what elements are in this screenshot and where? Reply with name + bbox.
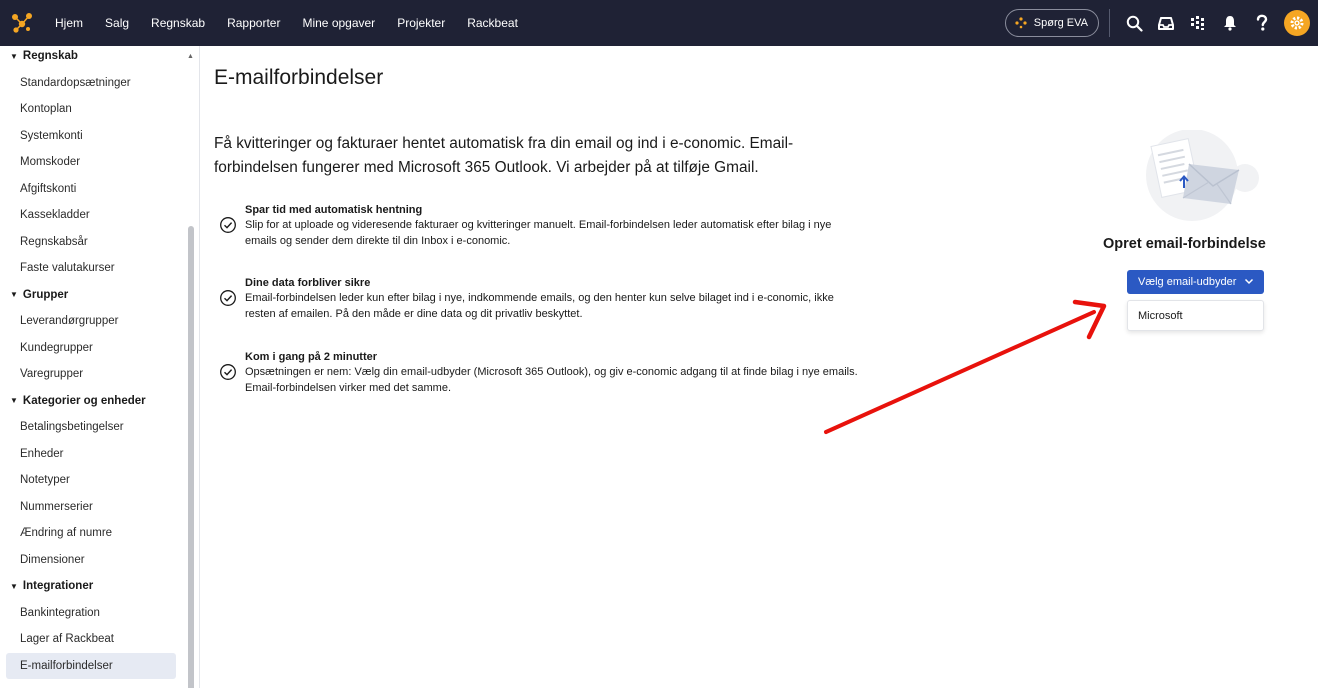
sidebar-item-label: Kassekladder xyxy=(20,209,90,222)
check-circle-icon xyxy=(220,290,236,306)
sidebar-item-regnskabsår[interactable]: Regnskabsår xyxy=(0,229,186,256)
nav-item-regnskab[interactable]: Regnskab xyxy=(140,0,216,46)
topbar-actions: Spørg EVA xyxy=(1004,0,1318,46)
create-connection-title: Opret email-forbindelse xyxy=(1103,236,1266,252)
sidebar-item-label: Bankintegration xyxy=(20,606,100,619)
sidebar-item-label: Kundegrupper xyxy=(20,341,93,354)
sidebar-item-kontoplan[interactable]: Kontoplan xyxy=(0,96,186,123)
sidebar-list: ▼ Regnskab Standardopsætninger Kontoplan Sys… xyxy=(0,46,186,679)
top-navigation-bar: Hjem Salg Regnskab Rapporter Mine opgave… xyxy=(0,0,1318,46)
feature-title: Kom i gang på 2 minutter xyxy=(245,351,378,363)
sidebar-group-integrationer[interactable]: ▼ Integrationer xyxy=(0,573,186,600)
email-receipt-illustration xyxy=(1146,130,1259,221)
nav-item-projekter[interactable]: Projekter xyxy=(386,0,456,46)
sidebar-item-betalingsbetingelser[interactable]: Betalingsbetingelser xyxy=(0,414,186,441)
sidebar-item-label: Regnskab xyxy=(22,50,78,63)
sidebar-group-grupper[interactable]: ▼ Grupper xyxy=(0,282,186,309)
sidebar-item-label: Standardopsætninger xyxy=(20,76,131,89)
sidebar-item-label: Kontoplan xyxy=(20,103,72,116)
sidebar-item-label: Faste valutakurser xyxy=(20,262,115,275)
sidebar-item-kundegrupper[interactable]: Kundegrupper xyxy=(0,335,186,362)
sidebar-group-regnskab[interactable]: ▼ Regnskab xyxy=(0,46,186,70)
sidebar-item-label: Notetyper xyxy=(20,474,70,487)
main-content: E-mailforbindelser Få kvitteringer og fa… xyxy=(213,46,1313,688)
sidebar-item-label: Kategorier og enheder xyxy=(22,394,146,407)
sidebar-item-faste-valutakurser[interactable]: Faste valutakurser xyxy=(0,255,186,282)
apps-grid-icon[interactable] xyxy=(1184,0,1212,46)
sidebar-item-varegrupper[interactable]: Varegrupper xyxy=(0,361,186,388)
sidebar-item-label: Lager af Rackbeat xyxy=(20,633,114,646)
scrollbar-thumb[interactable] xyxy=(188,226,194,688)
dropdown-option-microsoft[interactable]: Microsoft xyxy=(1128,301,1263,330)
search-icon[interactable] xyxy=(1120,0,1148,46)
sidebar-item-systemkonti[interactable]: Systemkonti xyxy=(0,123,186,150)
sidebar-item-kassekladder[interactable]: Kassekladder xyxy=(0,202,186,229)
sidebar-item-label: Enheder xyxy=(20,447,64,460)
bell-icon[interactable] xyxy=(1216,0,1244,46)
topbar-divider xyxy=(1109,9,1110,37)
sidebar-item-ændring-af-numre[interactable]: Ændring af numre xyxy=(0,520,186,547)
check-circle-icon xyxy=(220,217,236,233)
intro-text: Få kvitteringer og fakturaer hentet auto… xyxy=(214,135,794,176)
feature-title: Spar tid med automatisk hentning xyxy=(245,204,423,216)
help-icon[interactable] xyxy=(1248,0,1276,46)
scroll-up-arrow-icon[interactable]: ▲ xyxy=(187,53,194,60)
sidebar-item-label: Varegrupper xyxy=(20,368,84,381)
choose-provider-label: Vælg email-udbyder xyxy=(1138,276,1237,288)
sidebar-item-afgiftskonti[interactable]: Afgiftskonti xyxy=(0,176,186,203)
eva-sparkle-icon xyxy=(1015,17,1027,29)
sidebar-item-label: E-mailforbindelser xyxy=(20,659,113,672)
ask-eva-label: Spørg EVA xyxy=(1033,17,1088,29)
sidebar-item-e-mailforbindelser[interactable]: E-mailforbindelser xyxy=(6,652,176,679)
nav-item-hjem[interactable]: Hjem xyxy=(44,0,94,46)
sidebar-item-label: Momskoder xyxy=(20,156,81,169)
feature-text: Opsætningen er nem: Vælg din email-udbyd… xyxy=(245,366,858,394)
sidebar-item-label: Betalingsbetingelser xyxy=(20,421,124,434)
nav-item-rapporter[interactable]: Rapporter xyxy=(216,0,291,46)
sidebar-item-label: Grupper xyxy=(22,288,69,301)
sidebar-item-label: Regnskabsår xyxy=(20,235,88,248)
expand-triangle-icon: ▼ xyxy=(10,581,18,591)
sidebar-item-momskoder[interactable]: Momskoder xyxy=(0,149,186,176)
feature-text: Slip for at uploade og videresende faktu… xyxy=(245,219,832,247)
sidebar-item-label: Leverandørgrupper xyxy=(20,315,119,328)
sidebar-item-dimensioner[interactable]: Dimensioner xyxy=(0,547,186,574)
sidebar-item-enheder[interactable]: Enheder xyxy=(0,441,186,468)
sidebar-group-kategorier-og-enheder[interactable]: ▼ Kategorier og enheder xyxy=(0,388,186,415)
settings-gear-icon[interactable] xyxy=(1284,10,1310,36)
sidebar-item-standardopsætninger[interactable]: Standardopsætninger xyxy=(0,70,186,97)
provider-dropdown-menu: Microsoft xyxy=(1127,300,1264,331)
sidebar-item-bankintegration[interactable]: Bankintegration xyxy=(0,600,186,627)
sidebar-item-nummerserier[interactable]: Nummerserier xyxy=(0,494,186,521)
ask-eva-button[interactable]: Spørg EVA xyxy=(1004,9,1099,37)
nav-item-rackbeat[interactable]: Rackbeat xyxy=(456,0,529,46)
sidebar-item-label: Integrationer xyxy=(22,580,94,593)
expand-triangle-icon: ▼ xyxy=(10,51,18,61)
sidebar-scrollbar[interactable]: ▲ xyxy=(187,46,195,688)
expand-triangle-icon: ▼ xyxy=(10,290,18,300)
main-nav: Hjem Salg Regnskab Rapporter Mine opgave… xyxy=(44,0,529,46)
sidebar-item-label: Nummerserier xyxy=(20,500,93,513)
sidebar-item-lager-af-rackbeat[interactable]: Lager af Rackbeat xyxy=(0,626,186,653)
nav-item-salg[interactable]: Salg xyxy=(94,0,140,46)
sidebar-item-label: Afgiftskonti xyxy=(20,182,77,195)
sidebar-item-leverandørgrupper[interactable]: Leverandørgrupper xyxy=(0,308,186,335)
chevron-down-icon xyxy=(1244,278,1254,285)
page-title: E-mailforbindelser xyxy=(214,66,384,89)
expand-triangle-icon: ▼ xyxy=(10,396,18,406)
sidebar-item-notetyper[interactable]: Notetyper xyxy=(0,467,186,494)
feature-title: Dine data forbliver sikre xyxy=(245,277,371,289)
sidebar-item-label: Dimensioner xyxy=(20,553,85,566)
settings-sidebar: ▼ Regnskab Standardopsætninger Kontoplan Sys… xyxy=(0,46,200,688)
check-circle-icon xyxy=(220,364,236,380)
choose-provider-dropdown-button[interactable]: Vælg email-udbyder xyxy=(1127,270,1264,294)
feature-text: Email-forbindelsen leder kun efter bilag… xyxy=(245,292,834,320)
inbox-icon[interactable] xyxy=(1152,0,1180,46)
sidebar-item-label: Ændring af numre xyxy=(20,527,113,540)
nav-item-mine-opgaver[interactable]: Mine opgaver xyxy=(291,0,386,46)
app-logo-icon[interactable] xyxy=(0,0,44,46)
sidebar-item-label: Systemkonti xyxy=(20,129,83,142)
